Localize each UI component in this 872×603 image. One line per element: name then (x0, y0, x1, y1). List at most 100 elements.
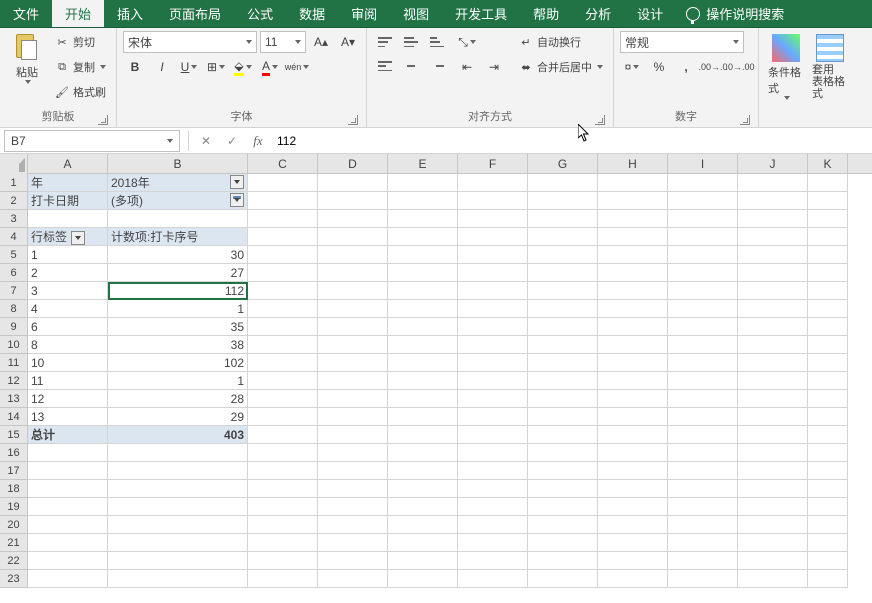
row-header[interactable]: 6 (0, 264, 28, 282)
cell[interactable] (598, 246, 668, 264)
dialog-launcher-icon[interactable] (595, 115, 605, 125)
filter-dropdown-icon[interactable] (230, 193, 244, 207)
cell[interactable] (388, 282, 458, 300)
decrease-indent-button[interactable]: ⇤ (455, 56, 479, 78)
cell[interactable] (598, 570, 668, 588)
cell[interactable] (668, 534, 738, 552)
cell[interactable] (388, 570, 458, 588)
cell[interactable] (528, 336, 598, 354)
cell[interactable] (528, 264, 598, 282)
cell[interactable] (528, 552, 598, 570)
cell[interactable] (668, 426, 738, 444)
row-header[interactable]: 1 (0, 174, 28, 192)
cell[interactable] (318, 498, 388, 516)
cell[interactable] (738, 426, 808, 444)
cell[interactable] (108, 444, 248, 462)
cell[interactable] (808, 426, 848, 444)
cell[interactable] (388, 336, 458, 354)
cell[interactable] (668, 408, 738, 426)
cell[interactable] (808, 174, 848, 192)
cell[interactable] (528, 534, 598, 552)
cell[interactable] (388, 300, 458, 318)
cell[interactable] (458, 498, 528, 516)
cell[interactable] (738, 498, 808, 516)
wrap-text-button[interactable]: ↵ 自动换行 (514, 31, 607, 53)
cell[interactable] (458, 480, 528, 498)
tab-home[interactable]: 开始 (52, 0, 104, 27)
pivot-row-value[interactable]: 38 (108, 336, 248, 354)
pivot-row-label[interactable]: 13 (28, 408, 108, 426)
cell[interactable] (598, 354, 668, 372)
cell[interactable] (528, 408, 598, 426)
cell[interactable] (28, 516, 108, 534)
cell[interactable] (738, 264, 808, 282)
column-header-G[interactable]: G (528, 154, 598, 173)
cell[interactable] (668, 498, 738, 516)
cell[interactable] (528, 210, 598, 228)
cell[interactable] (528, 282, 598, 300)
cell[interactable] (808, 300, 848, 318)
cell[interactable] (598, 300, 668, 318)
italic-button[interactable]: I (150, 56, 174, 78)
tab-design[interactable]: 设计 (624, 0, 676, 27)
cell[interactable] (388, 210, 458, 228)
cell[interactable] (318, 246, 388, 264)
row-header[interactable]: 20 (0, 516, 28, 534)
cell[interactable] (458, 264, 528, 282)
cell[interactable] (738, 390, 808, 408)
orientation-button[interactable]: ⤡ (455, 31, 479, 53)
pivot-row-label[interactable]: 4 (28, 300, 108, 318)
align-left-button[interactable] (373, 55, 397, 77)
column-header-B[interactable]: B (108, 154, 248, 173)
column-header-E[interactable]: E (388, 154, 458, 173)
column-header-H[interactable]: H (598, 154, 668, 173)
align-top-button[interactable] (373, 31, 397, 53)
pivot-filter-year-label[interactable]: 年 (28, 174, 108, 192)
name-box[interactable]: B7 (4, 130, 180, 152)
cell[interactable] (248, 408, 318, 426)
row-header[interactable]: 9 (0, 318, 28, 336)
percent-format-button[interactable]: % (647, 56, 671, 78)
cell[interactable] (248, 264, 318, 282)
column-header-D[interactable]: D (318, 154, 388, 173)
cell[interactable] (598, 192, 668, 210)
cell[interactable] (668, 336, 738, 354)
cell[interactable] (598, 498, 668, 516)
font-size-combo[interactable]: 11 (260, 31, 306, 53)
cell[interactable] (318, 174, 388, 192)
cell[interactable] (318, 318, 388, 336)
cell[interactable] (598, 228, 668, 246)
pivot-value-header[interactable]: 计数项:打卡序号 (108, 228, 248, 246)
cell[interactable] (318, 336, 388, 354)
cell[interactable] (388, 444, 458, 462)
tab-insert[interactable]: 插入 (104, 0, 156, 27)
cell[interactable] (598, 210, 668, 228)
cell[interactable] (738, 372, 808, 390)
phonetic-button[interactable]: wén (285, 56, 309, 78)
column-header-C[interactable]: C (248, 154, 318, 173)
cell[interactable] (808, 444, 848, 462)
fill-color-button[interactable]: ⬙ (231, 56, 255, 78)
cell[interactable] (738, 552, 808, 570)
cell[interactable] (388, 372, 458, 390)
cell[interactable] (388, 552, 458, 570)
cell[interactable] (528, 354, 598, 372)
cell[interactable] (668, 444, 738, 462)
tab-review[interactable]: 审阅 (338, 0, 390, 27)
cell[interactable] (28, 552, 108, 570)
increase-decimal-button[interactable]: .00→.0 (701, 56, 725, 78)
cell[interactable] (458, 570, 528, 588)
cell[interactable] (108, 498, 248, 516)
row-header[interactable]: 23 (0, 570, 28, 588)
dialog-launcher-icon[interactable] (348, 115, 358, 125)
cell[interactable] (668, 552, 738, 570)
decrease-decimal-button[interactable]: .0→.00 (728, 56, 752, 78)
cell[interactable] (598, 426, 668, 444)
cell[interactable] (598, 552, 668, 570)
cell[interactable] (28, 498, 108, 516)
cell[interactable] (28, 462, 108, 480)
row-header[interactable]: 14 (0, 408, 28, 426)
pivot-row-label[interactable]: 1 (28, 246, 108, 264)
cell[interactable] (248, 246, 318, 264)
cell[interactable] (528, 192, 598, 210)
